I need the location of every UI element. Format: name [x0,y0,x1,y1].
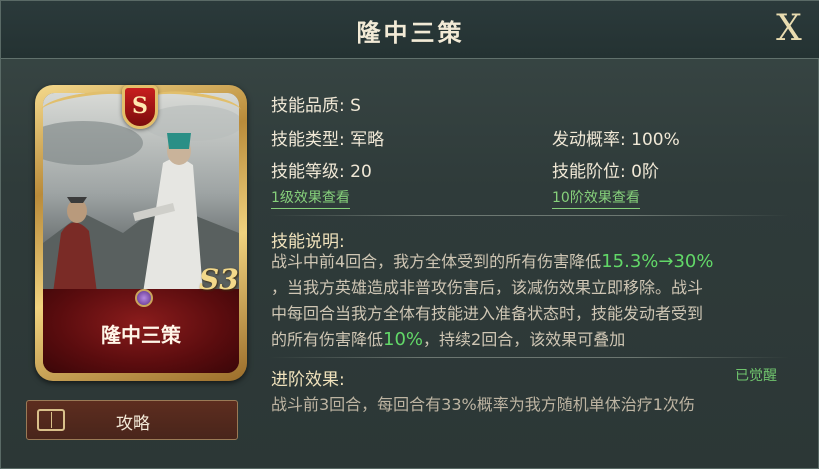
advanced-effect-text: 战斗前3回合，每回合有33%概率为我方随机单体治疗1次伤 [271,395,695,414]
skill-type: 技能类型: 军略 [271,130,385,150]
divider [269,215,789,216]
panel-title: 隆中三策 [356,19,465,47]
skill-level: 技能等级: 20 [271,162,372,182]
desc-line1: 战斗中前4回合，我方全体受到的所有伤害降低 [271,252,602,271]
awakened-status: 已觉醒 [735,368,777,384]
skill-stage: 技能阶位: 0阶 [552,162,659,182]
title-bar: 隆中三策 X [1,1,819,59]
card-name: 隆中三策 [101,323,181,347]
divider [269,357,789,358]
desc-line2: ，当我方英雄造成非普攻伤害后，该减伤效果立即移除。战斗 [271,278,704,297]
grade-badge: S [122,85,158,129]
skill-detail-panel: 隆中三策 X S3 隆中三策 S 攻略 技能品质: S 技能类型: 军略 发动概… [0,0,819,469]
close-icon[interactable]: X [769,9,809,49]
guide-button-label: 攻略 [116,414,150,434]
trigger-rate: 发动概率: 100% [552,130,680,150]
desc-highlight-10: 10% [383,329,424,350]
desc-line4-tail: ，持续2回合，该效果可叠加 [423,330,626,349]
desc-highlight-reduction: 15.3%→30% [601,251,714,272]
card-frame: S3 隆中三策 [43,93,239,373]
desc-line3: 中每回合当我方全体有技能进入准备状态时，技能发动者受到 [271,304,704,323]
level1-effect-link[interactable]: 1级效果查看 [271,187,350,209]
skill-quality: 技能品质: S [271,96,361,116]
guide-button[interactable]: 攻略 [26,400,238,440]
skill-card: S3 隆中三策 [35,85,247,381]
advanced-title: 进阶效果: [271,370,345,390]
purple-gem-icon [135,289,153,307]
description-text: 战斗中前4回合，我方全体受到的所有伤害降低15.3%→30% ，当我方英雄造成非… [271,249,791,353]
stage10-effect-link[interactable]: 10阶效果查看 [552,187,640,209]
card-level-mark: S3 [199,263,239,296]
desc-line4: 的所有伤害降低 [271,330,384,349]
